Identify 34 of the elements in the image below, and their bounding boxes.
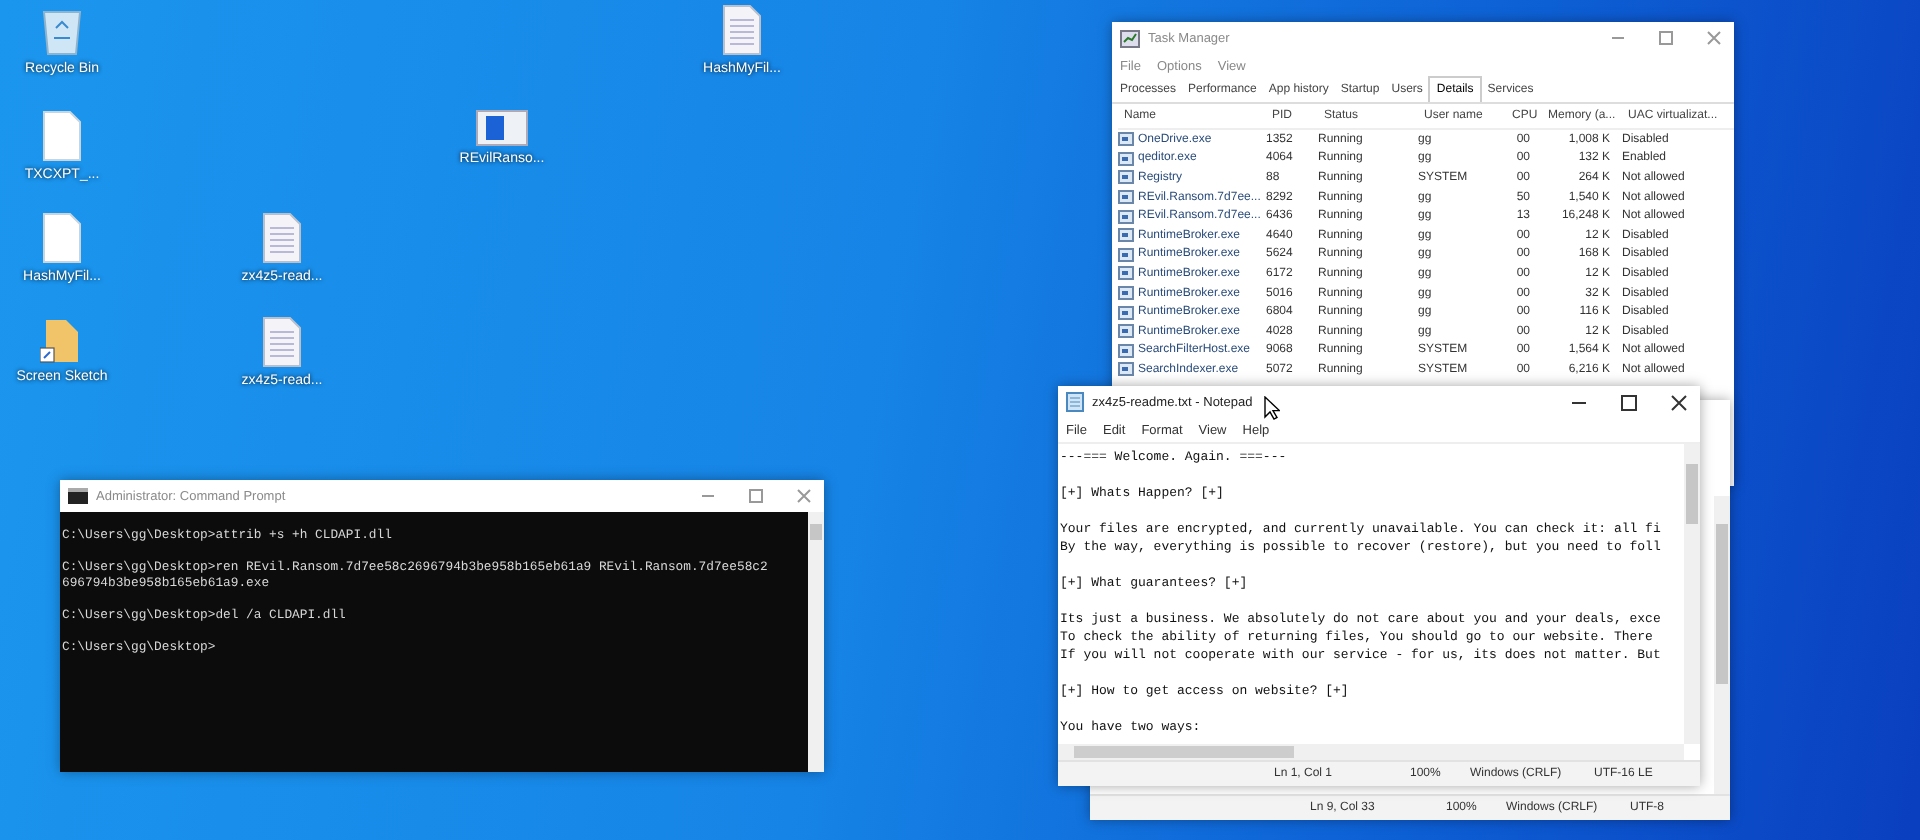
process-icon — [1118, 190, 1134, 205]
task-manager-icon — [1120, 29, 1140, 47]
scrollbar[interactable] — [1714, 496, 1730, 794]
process-icon — [1118, 286, 1134, 301]
text-file-icon[interactable] — [262, 316, 302, 368]
process-icon — [1118, 362, 1134, 377]
scrollbar[interactable] — [1684, 444, 1700, 744]
scrollbar-thumb[interactable] — [1716, 524, 1728, 684]
process-icon — [1118, 305, 1134, 320]
process-icon — [1118, 343, 1134, 358]
process-icon — [1118, 209, 1134, 224]
mouse-pointer-icon — [1264, 396, 1281, 420]
process-icon — [1118, 324, 1134, 339]
process-icon — [1118, 247, 1134, 262]
text-file-icon[interactable] — [262, 212, 302, 264]
maximize-icon[interactable] — [1620, 393, 1638, 411]
folder-shortcut-icon[interactable] — [40, 316, 84, 364]
process-icon — [1118, 170, 1134, 185]
horizontal-scrollbar[interactable] — [1058, 744, 1684, 760]
scrollbar-thumb[interactable] — [1686, 464, 1698, 524]
file-icon[interactable] — [42, 110, 82, 162]
console-icon — [68, 488, 88, 504]
process-icon — [1118, 228, 1134, 243]
app-window-icon[interactable] — [476, 110, 528, 146]
file-icon[interactable] — [42, 212, 82, 264]
process-icon — [1118, 266, 1134, 281]
scrollbar-thumb[interactable] — [1074, 746, 1294, 758]
process-icon — [1118, 151, 1134, 166]
process-icon — [1118, 132, 1134, 147]
scrollbar-thumb[interactable] — [810, 524, 822, 540]
close-icon[interactable] — [1670, 393, 1688, 411]
text-file-icon[interactable] — [722, 4, 762, 56]
scrollbar[interactable] — [808, 512, 824, 772]
notepad-icon — [1066, 392, 1084, 412]
